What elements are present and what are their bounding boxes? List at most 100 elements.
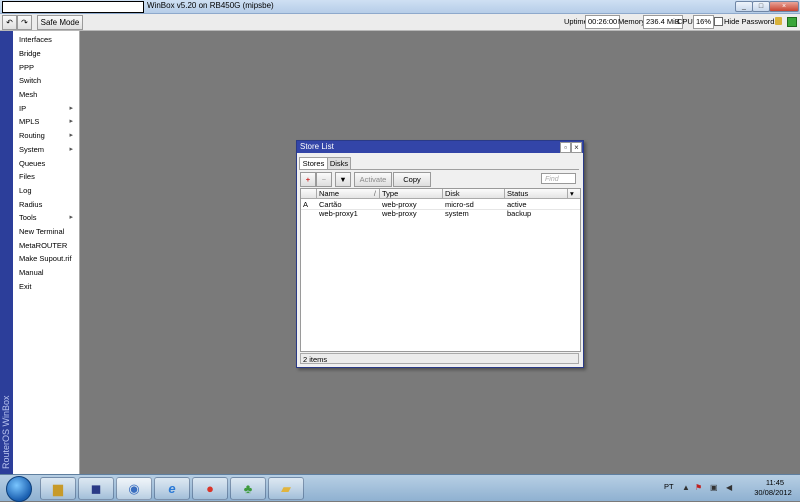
tab-divider — [299, 169, 579, 170]
minus-icon[interactable]: − — [316, 172, 332, 187]
column-type[interactable]: Type — [380, 189, 443, 199]
maximize-button[interactable]: □ — [752, 1, 770, 12]
title-bar: WinBox v5.20 on RB450G (mipsbe) _ □ × — [0, 0, 800, 14]
window-title: WinBox v5.20 on RB450G (mipsbe) — [147, 1, 274, 10]
row-name: web-proxy1 — [319, 209, 358, 218]
row-status: active — [507, 200, 527, 209]
sidebar-item-label: Switch — [19, 76, 42, 85]
dialog-maximize-button[interactable]: ▫ — [560, 142, 571, 153]
sidebar-item-ip[interactable]: IP ▸ — [13, 102, 79, 115]
safe-mode-button[interactable]: Safe Mode — [37, 15, 83, 30]
find-input[interactable]: Find — [541, 173, 576, 184]
table-row[interactable]: web-proxy1 web-proxy system backup — [301, 209, 580, 218]
sidebar-item-interfaces[interactable]: Interfaces — [13, 33, 79, 46]
toolbar: ↶ ↷ Safe Mode Uptime: 00:26:00 Memory: 2… — [0, 14, 800, 31]
language-indicator[interactable]: PT — [664, 482, 674, 491]
sidebar-item-files[interactable]: Files — [13, 170, 79, 183]
column-header-label: Name — [319, 189, 340, 198]
folder-icon[interactable]: ▰ — [268, 477, 304, 500]
tab-stores[interactable]: Stores — [299, 157, 328, 169]
sidebar-item-metarouter[interactable]: MetaROUTER — [13, 239, 79, 252]
volume-icon[interactable]: ◀ — [726, 483, 732, 492]
sidebar-item-label: Interfaces — [19, 35, 52, 44]
submenu-arrow-icon: ▸ — [69, 118, 73, 125]
sidebar-item-label: MetaROUTER — [19, 241, 68, 250]
close-button[interactable]: × — [769, 1, 799, 12]
sidebar-item-new-terminal[interactable]: New Terminal — [13, 225, 79, 238]
column-disk[interactable]: Disk — [443, 189, 505, 199]
sidebar-item-label: Log — [19, 186, 32, 195]
hide-passwords-checkbox[interactable] — [714, 17, 723, 26]
sidebar-item-label: Tools — [19, 213, 37, 222]
chrome-icon[interactable]: ● — [192, 477, 228, 500]
row-type: web-proxy — [382, 200, 417, 209]
uptime-value: 00:26:00 — [585, 15, 621, 29]
ie-icon[interactable]: e — [154, 477, 190, 500]
copy-button[interactable]: Copy — [393, 172, 431, 187]
sidebar-item-label: MPLS — [19, 117, 40, 126]
tray-arrow-icon[interactable]: ▲ — [682, 483, 690, 492]
tab-disks[interactable]: Disks — [327, 157, 351, 169]
submenu-arrow-icon: ▸ — [69, 132, 73, 139]
redo-icon[interactable]: ↷ — [17, 15, 32, 30]
lock-icon — [775, 17, 782, 25]
clock-date[interactable]: 30/08/2012 — [749, 488, 797, 497]
redacted-title-area — [2, 1, 144, 13]
sidebar-item-manual[interactable]: Manual — [13, 266, 79, 279]
sidebar-item-make-supout[interactable]: Make Supout.rif — [13, 252, 79, 265]
sidebar-item-label: PPP — [19, 63, 35, 72]
brand-text: RouterOS WinBox — [1, 395, 11, 469]
sidebar-item-label: Bridge — [19, 49, 41, 58]
sidebar-item-ppp[interactable]: PPP — [13, 61, 79, 74]
column-name[interactable]: Name / — [317, 189, 380, 199]
column-menu-icon[interactable]: ▾ — [568, 189, 580, 199]
dialog-close-button[interactable]: × — [571, 142, 582, 153]
store-list-dialog: Store List ▫ × Stores Disks + − ▼ Activa… — [296, 140, 584, 368]
submenu-arrow-icon: ▸ — [69, 105, 73, 112]
sidebar-item-log[interactable]: Log — [13, 184, 79, 197]
sidebar-item-system[interactable]: System ▸ — [13, 143, 79, 156]
plus-icon[interactable]: + — [300, 172, 316, 187]
messenger-icon[interactable]: ♣ — [230, 477, 266, 500]
hide-passwords-label: Hide Passwords — [724, 17, 779, 26]
dialog-title-bar[interactable]: Store List ▫ × — [297, 141, 583, 153]
row-status: backup — [507, 209, 532, 218]
start-button[interactable] — [6, 476, 32, 502]
sidebar-item-label: IP — [19, 104, 27, 113]
chat-icon[interactable]: ◉ — [116, 477, 152, 500]
filter-icon[interactable]: ▼ — [335, 172, 351, 187]
column-flag — [301, 189, 317, 199]
taskbar: ▆ ◼ ◉ e ● ♣ ▰ PT ▲ ⚑ ▣ ◀ 11:45 30/08/201… — [0, 474, 800, 502]
sidebar-item-mesh[interactable]: Mesh — [13, 88, 79, 101]
brand-bar: RouterOS WinBox — [0, 31, 13, 474]
cpu-value: 16% — [693, 15, 715, 29]
sidebar-item-label: Queues — [19, 159, 46, 168]
flag-icon[interactable]: ⚑ — [695, 483, 702, 492]
sidebar-item-label: Mesh — [19, 90, 38, 99]
activate-button[interactable]: Activate — [354, 172, 392, 187]
sidebar-item-queues[interactable]: Queues — [13, 157, 79, 170]
status-green-icon — [787, 17, 797, 27]
sidebar-item-label: Manual — [19, 268, 44, 277]
sort-icon: / — [373, 189, 376, 198]
sidebar-item-bridge[interactable]: Bridge — [13, 47, 79, 60]
explorer-icon[interactable]: ▆ — [40, 477, 76, 500]
undo-icon[interactable]: ↶ — [2, 15, 17, 30]
column-status[interactable]: Status — [505, 189, 568, 199]
sidebar-item-label: Exit — [19, 282, 32, 291]
sidebar-item-label: New Terminal — [19, 227, 65, 236]
sidebar-item-tools[interactable]: Tools ▸ — [13, 211, 79, 224]
submenu-arrow-icon: ▸ — [69, 146, 73, 153]
submenu-arrow-icon: ▸ — [69, 214, 73, 221]
minimize-button[interactable]: _ — [735, 1, 753, 12]
sidebar-item-routing[interactable]: Routing ▸ — [13, 129, 79, 142]
sidebar-item-radius[interactable]: Radius — [13, 198, 79, 211]
sidebar-item-switch[interactable]: Switch — [13, 74, 79, 87]
network-icon[interactable]: ▣ — [710, 483, 718, 492]
winbox-icon[interactable]: ◼ — [78, 477, 114, 500]
clock-time[interactable]: 11:45 — [755, 478, 795, 487]
sidebar-item-mpls[interactable]: MPLS ▸ — [13, 115, 79, 128]
row-flag: A — [303, 200, 309, 209]
dialog-title: Store List — [300, 142, 334, 151]
sidebar-item-exit[interactable]: Exit — [13, 280, 79, 293]
